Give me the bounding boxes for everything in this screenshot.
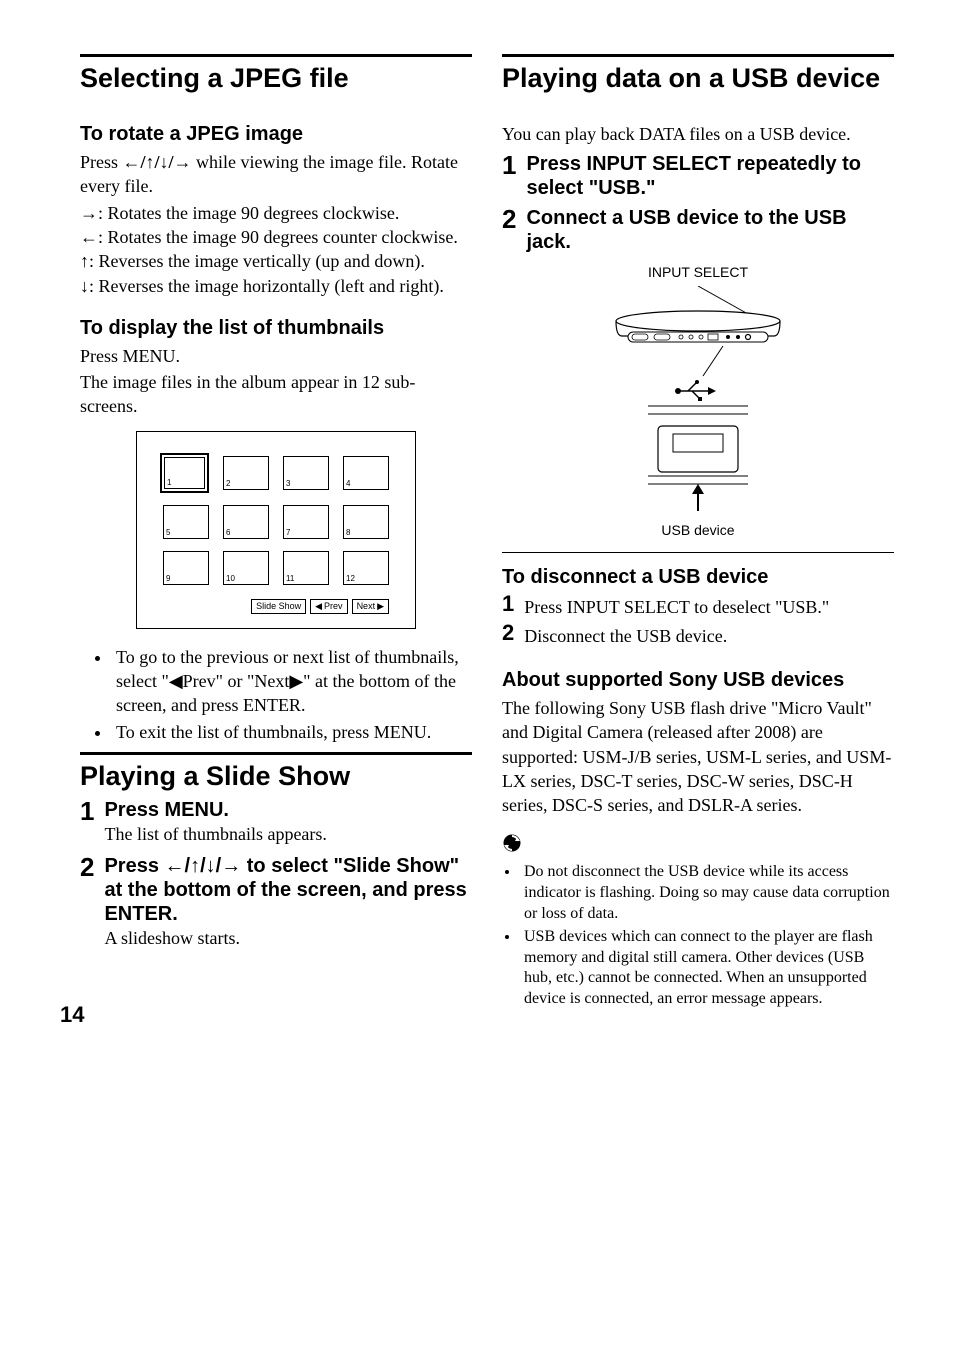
thumbnail: 3 xyxy=(283,456,329,490)
left-column: Selecting a JPEG file To rotate a JPEG i… xyxy=(80,54,472,1018)
arrow-left-icon: ← xyxy=(80,227,98,247)
triangle-left-icon: ◀ xyxy=(315,601,322,612)
prev-button: ◀Prev xyxy=(310,599,347,614)
step-heading: Connect a USB device to the USB jack. xyxy=(526,206,894,254)
thumbnail: 9 xyxy=(163,551,209,585)
thumbnail-label: 7 xyxy=(286,528,290,537)
thumbnails-figure: 1 2 3 4 5 6 7 8 9 10 11 12 Slide Show ◀P… xyxy=(136,431,416,629)
heading-rotate-image: To rotate a JPEG image xyxy=(80,122,472,146)
rotate-right: →: Rotates the image 90 degrees clockwis… xyxy=(80,201,472,225)
step-number: 1 xyxy=(502,152,516,178)
text: : Reverses the image vertically (up and … xyxy=(89,251,425,271)
device-illustration-icon xyxy=(608,286,788,516)
rotate-left: ←: Rotates the image 90 degrees counter … xyxy=(80,225,472,249)
heading-selecting-jpeg: Selecting a JPEG file xyxy=(80,63,472,94)
text: : Rotates the image 90 degrees counter c… xyxy=(98,227,458,247)
heading-playing-slide-show: Playing a Slide Show xyxy=(80,761,472,792)
thumbnail-label: 2 xyxy=(226,479,230,488)
rotate-intro: Press ←/↑/↓/→ while viewing the image fi… xyxy=(80,150,472,199)
triangle-right-icon: ▶ xyxy=(377,601,384,612)
step-body-text: The list of thumbnails appears. xyxy=(104,822,472,846)
text: : Rotates the image 90 degrees clockwise… xyxy=(98,203,399,223)
supported-devices-body: The following Sony USB flash drive "Micr… xyxy=(502,696,894,817)
arrow-up-icon: ↑ xyxy=(80,251,89,271)
thumbnail: 8 xyxy=(343,505,389,539)
thumbnail: 5 xyxy=(163,505,209,539)
thumbnail-selected: 1 xyxy=(160,453,209,493)
step-number: 1 xyxy=(80,798,94,824)
slide-show-button: Slide Show xyxy=(251,599,306,614)
thumbnail: 6 xyxy=(223,505,269,539)
thumbnail: 7 xyxy=(283,505,329,539)
step-heading: Press INPUT SELECT repeatedly to select … xyxy=(526,152,894,200)
right-column: Playing data on a USB device You can pla… xyxy=(502,54,894,1018)
page-number: 14 xyxy=(60,1002,84,1028)
thumbnail-label: 1 xyxy=(167,478,171,487)
figure-label-bottom: USB device xyxy=(593,522,803,538)
thumbnail-label: 4 xyxy=(346,479,350,488)
disconnect-step-1: 1 Press INPUT SELECT to deselect "USB." xyxy=(502,593,894,619)
arrow-combo-icon: ←/↑/↓/→ xyxy=(165,855,242,877)
thumbnail-label: 8 xyxy=(346,528,350,537)
list-item: Do not disconnect the USB device while i… xyxy=(520,862,894,924)
note-icon xyxy=(502,833,894,858)
figure-label-top: INPUT SELECT xyxy=(593,264,803,280)
step-body-text: Press INPUT SELECT to deselect "USB." xyxy=(524,597,829,617)
heading-supported-devices: About supported Sony USB devices xyxy=(502,668,894,692)
step-number: 2 xyxy=(80,854,94,880)
arrow-combo-icon: ←/↑/↓/→ xyxy=(123,152,192,172)
slide-step-1: 1 Press MENU. The list of thumbnails app… xyxy=(80,798,472,848)
text: Press xyxy=(80,152,123,172)
usb-intro: You can play back DATA files on a USB de… xyxy=(502,122,894,146)
section-rule xyxy=(80,54,472,57)
usb-step-1: 1 Press INPUT SELECT repeatedly to selec… xyxy=(502,152,894,200)
usb-device-figure: INPUT SELECT xyxy=(593,264,803,538)
thumbs-press-menu: Press MENU. xyxy=(80,344,472,368)
thin-rule xyxy=(502,552,894,553)
thumbnail: 10 xyxy=(223,551,269,585)
heading-disconnect-usb: To disconnect a USB device xyxy=(502,565,894,589)
step-number: 2 xyxy=(502,622,514,644)
thumbnail-label: 10 xyxy=(226,574,235,583)
step-heading: Press ←/↑/↓/→ to select "Slide Show" at … xyxy=(104,854,472,926)
label: Next xyxy=(357,601,376,611)
step-body-text: A slideshow starts. xyxy=(104,926,472,950)
thumbs-description: The image files in the album appear in 1… xyxy=(80,370,472,419)
arrow-right-icon: → xyxy=(80,203,98,223)
section-rule xyxy=(502,54,894,57)
thumbnail: 12 xyxy=(343,551,389,585)
step-number: 1 xyxy=(502,593,514,615)
heading-display-thumbnails: To display the list of thumbnails xyxy=(80,316,472,340)
next-button: Next▶ xyxy=(352,599,389,614)
step-number: 2 xyxy=(502,206,516,232)
list-item: To exit the list of thumbnails, press ME… xyxy=(112,720,472,744)
usb-step-2: 2 Connect a USB device to the USB jack. xyxy=(502,206,894,254)
label: Prev xyxy=(324,601,343,611)
thumbnail-label: 9 xyxy=(166,574,170,583)
disconnect-step-2: 2 Disconnect the USB device. xyxy=(502,622,894,648)
thumbnail: 2 xyxy=(223,456,269,490)
step-heading: Press MENU. xyxy=(104,798,472,822)
thumbnail-label: 11 xyxy=(286,574,294,583)
slide-step-2: 2 Press ←/↑/↓/→ to select "Slide Show" a… xyxy=(80,854,472,952)
thumbnails-notes: To go to the previous or next list of th… xyxy=(98,645,472,744)
list-item: USB devices which can connect to the pla… xyxy=(520,927,894,1010)
heading-playing-usb: Playing data on a USB device xyxy=(502,63,894,94)
thumbnail-label: 6 xyxy=(226,528,230,537)
rotate-up: ↑: Reverses the image vertically (up and… xyxy=(80,249,472,273)
label: Slide Show xyxy=(256,601,301,611)
thumbnail: 11 xyxy=(283,551,329,585)
arrow-down-icon: ↓ xyxy=(80,276,89,296)
list-item: To go to the previous or next list of th… xyxy=(112,645,472,718)
thumbnail-label: 5 xyxy=(166,528,170,537)
thumbnail-label: 3 xyxy=(286,479,290,488)
section-rule xyxy=(80,752,472,755)
thumbnail: 4 xyxy=(343,456,389,490)
usb-warnings: Do not disconnect the USB device while i… xyxy=(506,862,894,1010)
thumbnail-label: 12 xyxy=(346,574,355,583)
step-body-text: Disconnect the USB device. xyxy=(524,626,727,646)
text: Press xyxy=(104,855,164,877)
text: : Reverses the image horizontally (left … xyxy=(89,276,444,296)
rotate-down: ↓: Reverses the image horizontally (left… xyxy=(80,274,472,298)
